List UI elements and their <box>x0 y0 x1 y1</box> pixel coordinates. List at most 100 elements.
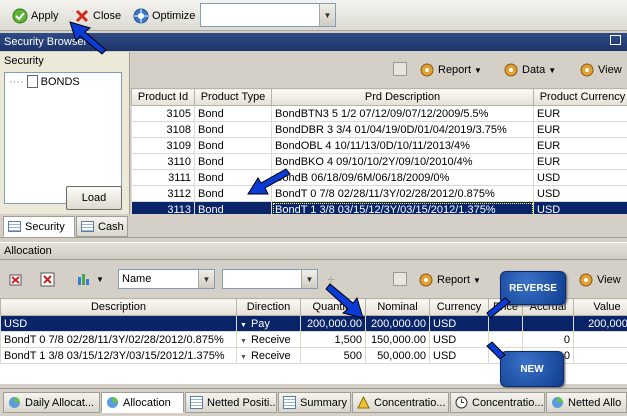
table-cell: 3108 <box>131 121 195 138</box>
bottom-tab-3[interactable]: Summary <box>278 392 351 413</box>
tab-security[interactable]: Security <box>3 216 75 237</box>
bottom-tabs-bar: Daily Allocat... Allocation Netted Positi.… <box>0 388 627 416</box>
stop-icon[interactable] <box>393 62 407 76</box>
dropdown-icon[interactable]: ▼ <box>240 322 247 329</box>
table-row[interactable]: 3111 Bond BondB 06/18/09/6M/06/18/2009/0% U… <box>131 169 627 186</box>
column-header[interactable]: Nominal <box>365 298 430 316</box>
table-row[interactable]: USD▼Pay200,000.00200,000.00USD200,000.0 <box>0 315 627 332</box>
table-cell: 3105 <box>131 105 195 122</box>
column-header[interactable]: Product Type <box>194 88 272 106</box>
table-cell: EUR <box>533 121 627 138</box>
dropdown-icon[interactable]: ▼ <box>240 354 247 361</box>
clear-icon[interactable] <box>40 272 56 288</box>
close-icon <box>74 8 90 24</box>
bottom-tab-4[interactable]: Concentratio... <box>352 392 449 413</box>
chevron-down-icon[interactable]: ▼ <box>319 4 335 26</box>
table-row[interactable]: 3113 Bond BondT 1 3/8 03/15/12/3Y/03/15/20… <box>131 201 627 214</box>
pie-chart-icon <box>106 396 119 409</box>
table-row[interactable]: 3105 Bond BondBTN3 5 1/2 07/12/09/07/12/20… <box>131 105 627 122</box>
table-cell: Bond <box>194 153 272 170</box>
bottom-tab-label: Concentratio... <box>374 396 446 409</box>
delete-row-icon[interactable] <box>9 272 23 286</box>
chart-icon[interactable] <box>76 271 94 287</box>
optimize-select[interactable]: ▼ <box>200 3 336 27</box>
restore-icon[interactable] <box>610 35 621 45</box>
reverse-callout-label: REVERSE <box>509 282 557 294</box>
table-cell[interactable]: ▼ Pay <box>236 315 301 332</box>
allocation-title: Allocation <box>4 245 52 257</box>
table-cell: BondT 1 3/8 03/15/12/3Y/03/15/2012/1.375… <box>271 201 534 214</box>
table-cell <box>573 331 627 348</box>
table-row[interactable]: 3112 Bond BondT 0 7/8 02/28/11/3Y/02/28/20… <box>131 185 627 202</box>
direction-value: Pay <box>250 317 270 330</box>
data-button[interactable]: Data ▼ <box>503 61 556 79</box>
column-header[interactable]: Product Id <box>131 88 195 106</box>
bottom-tab-label: Summary <box>300 396 348 409</box>
table-cell: BondOBL 4 10/11/13/0D/10/11/2013/4% <box>271 137 534 154</box>
table-cell: 200,000.00 <box>365 315 430 332</box>
column-header[interactable]: Direction <box>236 298 301 316</box>
column-header[interactable]: Value <box>573 298 627 316</box>
allocation-report-button[interactable]: Report ▼ <box>418 271 481 289</box>
optimize-button[interactable]: Optimize <box>131 5 197 26</box>
bottom-tab-0[interactable]: Daily Allocat... <box>3 392 100 413</box>
view-button[interactable]: View <box>579 61 622 79</box>
table-cell[interactable]: ▼ Receive <box>236 331 301 348</box>
apply-button[interactable]: Apply <box>10 5 61 26</box>
table-cell: BondT 0 7/8 02/28/11/3Y/02/28/2012/0.875… <box>271 185 534 202</box>
bottom-tab-5[interactable]: Concentratio... <box>450 392 545 413</box>
chevron-down-icon[interactable]: ▼ <box>198 270 214 288</box>
direction-value: Receive <box>250 349 291 362</box>
load-button[interactable]: Load <box>66 186 122 210</box>
security-browser-header: Security Browser <box>0 33 627 51</box>
table-cell <box>573 347 627 364</box>
table-cell: Bond <box>194 201 272 214</box>
table-cell: BondBTN3 5 1/2 07/12/09/07/12/2009/5.5% <box>271 105 534 122</box>
view-label: View <box>598 64 622 76</box>
allocation-view-button[interactable]: View <box>578 271 621 289</box>
column-header[interactable]: Prd Description <box>271 88 534 106</box>
bottom-tab-label: Concentratio... <box>472 396 544 409</box>
table-cell: USD <box>429 315 489 332</box>
reverse-callout: REVERSE <box>500 271 566 305</box>
bottom-tab-2[interactable]: Netted Positi... <box>185 392 277 413</box>
bottom-tab-6[interactable]: Netted Allo <box>546 392 627 413</box>
bottom-tab-1[interactable]: Allocation <box>101 392 184 413</box>
table-cell: 0 <box>522 331 574 348</box>
dropdown-icon[interactable]: ▼ <box>240 338 247 345</box>
view-gear-icon <box>578 272 594 288</box>
allocation-view-label: View <box>597 274 621 286</box>
checkmark-icon <box>12 8 28 24</box>
column-header[interactable]: Quantity <box>300 298 366 316</box>
table-cell[interactable]: ▼ Receive <box>236 347 301 364</box>
column-header[interactable]: Product Currency <box>533 88 627 106</box>
table-row[interactable]: 3110 Bond BondBKO 4 09/10/10/2Y/09/10/2010… <box>131 153 627 170</box>
column-header[interactable]: Description <box>0 298 237 316</box>
table-row[interactable]: 3109 Bond BondOBL 4 10/11/13/0D/10/11/2013… <box>131 137 627 154</box>
pie-chart-icon <box>551 396 564 409</box>
table-cell: BondT 0 7/8 02/28/11/3Y/02/28/2012/0.875… <box>0 331 237 348</box>
tab-cash[interactable]: Cash <box>76 216 128 237</box>
close-button[interactable]: Close <box>72 5 123 26</box>
view-gear-icon <box>579 62 595 78</box>
security-tabs-bar: Security Cash <box>0 214 627 238</box>
chart-dropdown-icon[interactable]: ▼ <box>96 275 104 284</box>
table-cell: 3112 <box>131 185 195 202</box>
table-cell: 150,000.00 <box>365 331 430 348</box>
add-icon[interactable]: + <box>327 272 341 286</box>
table-cell: USD <box>533 169 627 186</box>
grid-icon <box>81 221 94 232</box>
tree-item-bonds[interactable]: ···· BONDS <box>5 73 121 88</box>
secondary-select[interactable]: ▼ <box>222 269 318 289</box>
table-row[interactable]: 3108 Bond BondDBR 3 3/4 01/04/19/0D/01/04/… <box>131 121 627 138</box>
chevron-down-icon[interactable]: ▼ <box>301 270 317 288</box>
column-header[interactable]: Currency <box>429 298 489 316</box>
load-label: Load <box>81 192 107 204</box>
table-row[interactable]: BondT 0 7/8 02/28/11/3Y/02/28/2012/0.875… <box>0 331 627 348</box>
document-icon <box>26 75 38 88</box>
close-label: Close <box>93 9 122 22</box>
report-button[interactable]: Report ▼ <box>419 61 482 79</box>
name-select[interactable]: Name ▼ <box>118 269 215 289</box>
stop-icon[interactable] <box>393 272 407 286</box>
table-cell: EUR <box>533 153 627 170</box>
